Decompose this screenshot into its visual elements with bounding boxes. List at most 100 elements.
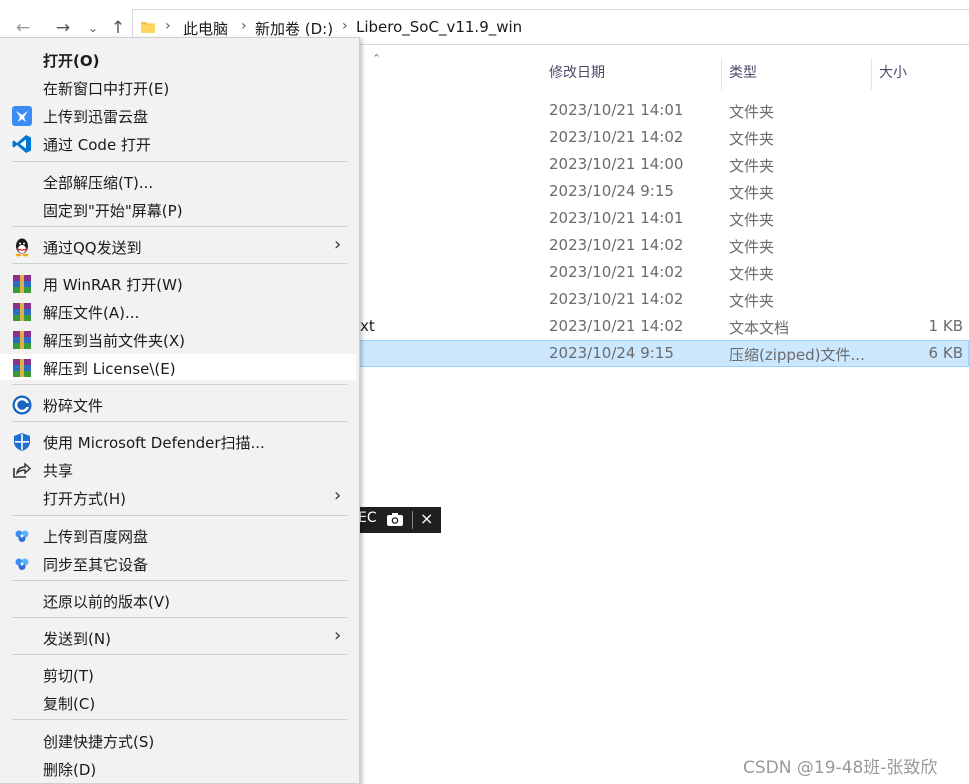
menu-item-send-to[interactable]: 发送到(N) › [0, 624, 356, 650]
menu-item-restore-versions[interactable]: 还原以前的版本(V) [0, 587, 356, 613]
menu-item-upload-baidu[interactable]: 上传到百度网盘 [0, 522, 356, 548]
camera-icon[interactable] [386, 512, 404, 527]
menu-item-copy[interactable]: 复制(C) [0, 689, 356, 715]
file-row-selected[interactable]: 2023/10/24 9:15 压缩(zipped)文件... 6 KB [340, 340, 969, 367]
file-date: 2023/10/21 14:00 [549, 155, 684, 173]
menu-item-label: 发送到(N) [43, 630, 111, 648]
file-date: 2023/10/21 14:02 [549, 290, 684, 308]
file-type: 文件夹 [729, 130, 775, 148]
file-row[interactable]: 2023/10/24 9:15 文件夹 [340, 178, 969, 205]
file-date: 2023/10/24 9:15 [549, 182, 674, 200]
menu-item-upload-xunlei[interactable]: 上传到迅雷云盘 [0, 102, 356, 128]
menu-item-cut[interactable]: 剪切(T) [0, 661, 356, 687]
file-date: 2023/10/21 14:01 [549, 209, 684, 227]
breadcrumb-this-pc[interactable]: 此电脑 [183, 18, 228, 39]
menu-item-pin-start[interactable]: 固定到"开始"屏幕(P) [0, 196, 356, 222]
xunlei-bird-icon [12, 106, 32, 126]
menu-item-label: 解压到当前文件夹(X) [43, 332, 185, 350]
menu-item-extract-here[interactable]: 解压到当前文件夹(X) [0, 326, 356, 352]
breadcrumb-libero-folder[interactable]: Libero_SoC_v11.9_win [356, 18, 522, 36]
file-date: 2023/10/21 14:02 [549, 236, 684, 254]
baidu-netdisk-icon [15, 530, 29, 542]
menu-separator [12, 226, 347, 227]
column-header-type[interactable]: 类型 [729, 62, 757, 82]
menu-item-label: 上传到百度网盘 [43, 528, 149, 546]
file-date: 2023/10/21 14:02 [549, 128, 684, 146]
file-type: 文件夹 [729, 157, 775, 175]
menu-item-open-with-code[interactable]: 通过 Code 打开 [0, 130, 356, 156]
menu-item-extract-to-license[interactable]: 解压到 License\(E) [0, 354, 356, 380]
menu-item-open-with[interactable]: 打开方式(H) › [0, 484, 356, 510]
menu-item-shred[interactable]: 粉碎文件 [0, 391, 356, 417]
menu-item-label: 使用 Microsoft Defender扫描... [43, 434, 265, 452]
winrar-icon [13, 275, 31, 293]
submenu-chevron-icon: › [334, 234, 342, 255]
folder-icon [141, 22, 155, 33]
file-date: 2023/10/21 14:01 [549, 101, 684, 119]
menu-item-open[interactable]: 打开(O) [0, 46, 356, 72]
close-icon[interactable]: × [420, 509, 433, 528]
menu-separator [12, 617, 347, 618]
menu-item-label: 共享 [43, 462, 74, 480]
file-row[interactable]: 2023/10/21 14:01 文件夹 [340, 205, 969, 232]
menu-item-share[interactable]: 共享 [0, 456, 356, 482]
menu-separator [12, 515, 347, 516]
menu-item-extract-all[interactable]: 全部解压缩(T)... [0, 168, 356, 194]
file-row[interactable]: 2023/10/21 14:02 文件夹 [340, 232, 969, 259]
submenu-chevron-icon: › [334, 625, 342, 646]
file-type: 文件夹 [729, 292, 775, 310]
file-row[interactable]: 2023/10/21 14:00 文件夹 [340, 151, 969, 178]
menu-item-label: 全部解压缩(T)... [43, 174, 154, 192]
menu-item-label: 在新窗口中打开(E) [43, 80, 170, 98]
capture-toolbar-text: EC [358, 510, 377, 526]
menu-item-label: 删除(D) [43, 761, 97, 779]
menu-item-label: 剪切(T) [43, 667, 94, 685]
file-type: 文件夹 [729, 103, 775, 121]
submenu-chevron-icon: › [334, 485, 342, 506]
menu-item-send-qq[interactable]: 通过QQ发送到 › [0, 233, 356, 259]
menu-item-label: 复制(C) [43, 695, 96, 713]
sort-ascending-icon: ⌃ [372, 52, 382, 65]
file-row[interactable]: xt 2023/10/21 14:02 文本文档 1 KB [340, 313, 969, 340]
menu-item-label: 通过 Code 打开 [43, 136, 151, 154]
winrar-icon [13, 359, 31, 377]
menu-separator [12, 421, 347, 422]
vscode-icon [12, 135, 31, 153]
menu-item-sync-devices[interactable]: 同步至其它设备 [0, 550, 356, 576]
file-row[interactable]: 2023/10/21 14:01 文件夹 [340, 97, 969, 124]
file-type: 文件夹 [729, 265, 775, 283]
menu-item-open-winrar[interactable]: 用 WinRAR 打开(W) [0, 270, 356, 296]
column-divider[interactable] [871, 58, 872, 90]
menu-item-delete[interactable]: 删除(D) [0, 755, 356, 781]
breadcrumb-drive-d[interactable]: 新加卷 (D:) [255, 18, 333, 39]
menu-item-label: 上传到迅雷云盘 [43, 108, 149, 126]
menu-item-create-shortcut[interactable]: 创建快捷方式(S) [0, 727, 356, 753]
menu-separator [12, 384, 347, 385]
column-header-date[interactable]: 修改日期 [549, 62, 605, 82]
column-divider[interactable] [721, 58, 722, 90]
file-date: 2023/10/21 14:02 [549, 317, 684, 335]
file-row[interactable]: 2023/10/21 14:02 文件夹 [340, 286, 969, 313]
file-type: 文本文档 [729, 319, 790, 337]
menu-item-label: 解压到 License\(E) [43, 360, 176, 378]
menu-item-label: 解压文件(A)... [43, 304, 140, 322]
menu-item-label: 通过QQ发送到 [43, 239, 142, 257]
file-type: 文件夹 [729, 184, 775, 202]
menu-separator [12, 161, 347, 162]
menu-separator [12, 654, 347, 655]
defender-shield-icon [14, 433, 30, 451]
menu-item-open-new-window[interactable]: 在新窗口中打开(E) [0, 74, 356, 100]
file-date: 2023/10/21 14:02 [549, 263, 684, 281]
menu-separator [12, 719, 347, 720]
menu-item-extract-files[interactable]: 解压文件(A)... [0, 298, 356, 324]
breadcrumb-separator-icon: › [342, 18, 348, 34]
column-header-size[interactable]: 大小 [879, 62, 907, 82]
file-row[interactable]: 2023/10/21 14:02 文件夹 [340, 259, 969, 286]
file-row[interactable]: 2023/10/21 14:02 文件夹 [340, 124, 969, 151]
menu-item-label: 还原以前的版本(V) [43, 593, 170, 611]
shred-icon [12, 395, 32, 415]
file-size: 6 KB [928, 344, 963, 362]
menu-item-defender[interactable]: 使用 Microsoft Defender扫描... [0, 428, 356, 454]
capture-toolbar: EC × [358, 507, 441, 533]
breadcrumb-separator-icon: › [241, 18, 247, 34]
